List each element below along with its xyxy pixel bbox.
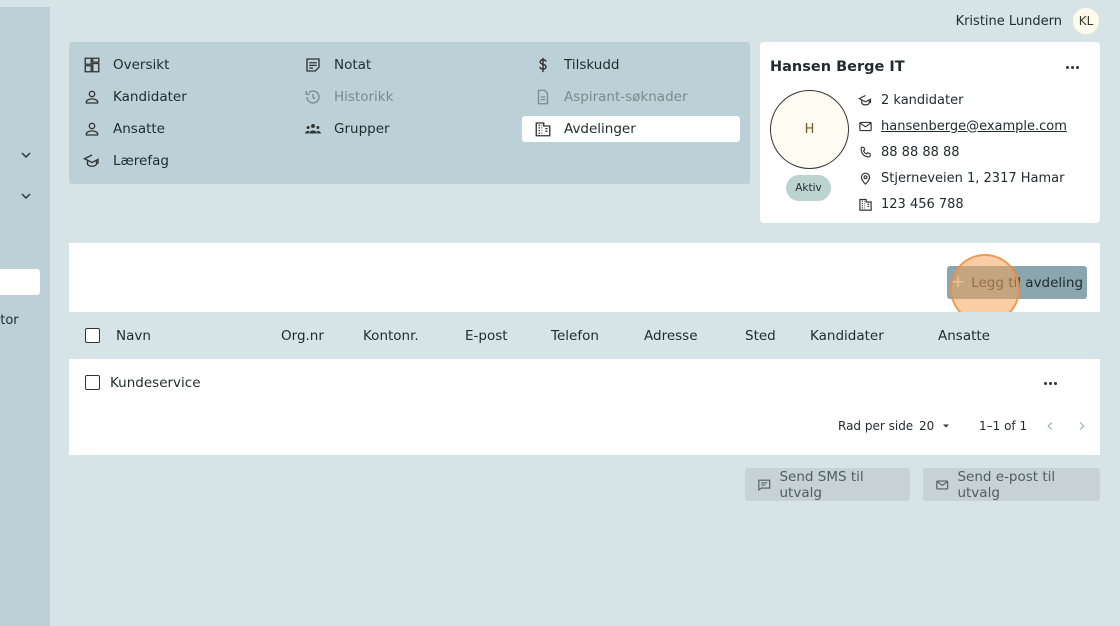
send-sms-button[interactable]: Send SMS til utvalg	[745, 468, 910, 501]
user-menu[interactable]: Kristine Lundern KL	[956, 7, 1100, 35]
company-phone-text: 88 88 88 88	[881, 144, 960, 160]
company-avatar: H	[770, 90, 849, 169]
sidebar-item-label[interactable]: ntor	[0, 313, 19, 328]
nav-item-avdelinger[interactable]: Avdelinger	[522, 116, 740, 142]
column-header-ansatte[interactable]: Ansatte	[938, 312, 990, 359]
mail-icon	[936, 480, 949, 489]
column-header-kontonr[interactable]: Kontonr.	[363, 312, 419, 359]
caret-down-icon	[943, 424, 950, 428]
sidebar-active-item[interactable]	[0, 269, 40, 295]
company-card: Hansen Berge IT H Aktiv 2 kandidater han…	[760, 42, 1100, 223]
send-sms-label: Send SMS til utvalg	[779, 468, 864, 501]
nav-item-notat[interactable]: Notat	[292, 52, 507, 78]
rows-per-page-select[interactable]: 20	[919, 413, 952, 439]
company-email-link[interactable]: hansenberge@example.com	[881, 119, 1067, 134]
chevron-down-icon[interactable]	[18, 147, 34, 163]
nav-item-label: Kandidater	[113, 89, 187, 105]
message-icon	[758, 479, 771, 491]
nav-item-label: Tilskudd	[564, 57, 620, 73]
document-icon	[537, 89, 549, 105]
table-header: Navn Org.nr Kontonr. E-post Telefon Adre…	[69, 312, 1100, 359]
chevron-down-icon[interactable]	[18, 188, 34, 204]
departments-table: + Legg til avdeling Navn Org.nr Kontonr.…	[69, 243, 1100, 455]
nav-item-label: Aspirant-søknader	[564, 89, 688, 105]
nav-item-label: Oversikt	[113, 57, 170, 73]
nav-item-historikk[interactable]: Historikk	[292, 84, 507, 110]
nav-item-ansatte[interactable]: Ansatte	[71, 116, 286, 142]
nav-item-tilskudd[interactable]: Tilskudd	[522, 52, 740, 78]
company-candidates: 2 kandidater	[858, 89, 963, 111]
graduation-cap-icon	[858, 94, 872, 105]
plus-icon: +	[950, 271, 966, 292]
history-icon	[305, 90, 320, 104]
person-icon	[85, 90, 99, 104]
location-pin-icon	[860, 172, 871, 185]
sidebar: ntor	[0, 7, 50, 626]
nav-item-label: Grupper	[334, 121, 390, 137]
mail-icon	[859, 121, 872, 131]
add-department-label: Legg til avdeling	[971, 274, 1084, 291]
row-more-options-icon[interactable]	[1040, 376, 1060, 390]
company-address: Stjerneveien 1, 2317 Hamar	[858, 167, 1064, 189]
row-name: Kundeservice	[110, 374, 201, 391]
dashboard-icon	[84, 57, 100, 73]
nav-item-label: Avdelinger	[564, 121, 636, 137]
column-header-telefon[interactable]: Telefon	[551, 312, 599, 359]
send-email-button[interactable]: Send e-post til utvalg	[923, 468, 1100, 501]
nav-item-label: Notat	[334, 57, 372, 73]
dollar-icon	[539, 57, 547, 73]
company-candidates-text: 2 kandidater	[881, 92, 964, 108]
building-icon	[859, 198, 872, 211]
column-header-epost[interactable]: E-post	[465, 312, 508, 359]
status-badge: Aktiv	[786, 175, 831, 201]
nav-item-label: Lærefag	[113, 153, 169, 169]
chevron-right-icon[interactable]	[1075, 419, 1089, 433]
company-phone: 88 88 88 88	[858, 141, 960, 163]
company-email: hansenberge@example.com	[858, 115, 1067, 137]
section-nav: Oversikt Kandidater Ansatte Lærefag Nota…	[69, 42, 750, 184]
rows-per-page-label: Rad per side	[838, 419, 914, 433]
column-header-org-nr[interactable]: Org.nr	[281, 312, 324, 359]
graduation-cap-icon	[83, 154, 99, 167]
column-header-adresse[interactable]: Adresse	[644, 312, 698, 359]
nav-item-label: Historikk	[334, 89, 394, 105]
nav-item-kandidater[interactable]: Kandidater	[71, 84, 286, 110]
rows-per-page-value: 20	[919, 419, 935, 433]
company-org-number: 123 456 788	[858, 193, 964, 215]
nav-item-laerefag[interactable]: Lærefag	[71, 148, 286, 174]
user-name: Kristine Lundern	[955, 13, 1062, 29]
nav-item-label: Ansatte	[113, 121, 165, 137]
note-icon	[306, 58, 320, 72]
phone-icon	[860, 146, 871, 157]
company-address-text: Stjerneveien 1, 2317 Hamar	[881, 170, 1065, 186]
pagination-range: 1–1 of 1	[979, 419, 1028, 433]
row-checkbox[interactable]	[85, 375, 100, 390]
company-name: Hansen Berge IT	[770, 59, 905, 75]
person-icon	[85, 122, 99, 136]
more-options-icon[interactable]	[1062, 60, 1082, 74]
column-header-kandidater[interactable]: Kandidater	[810, 312, 884, 359]
avatar[interactable]: KL	[1072, 7, 1100, 35]
groups-icon	[305, 124, 321, 134]
select-all-checkbox[interactable]	[85, 328, 100, 343]
nav-item-oversikt[interactable]: Oversikt	[71, 52, 286, 78]
building-icon	[535, 122, 551, 137]
add-department-button[interactable]: + Legg til avdeling	[947, 266, 1087, 299]
column-header-sted[interactable]: Sted	[745, 312, 776, 359]
company-org-number-text: 123 456 788	[881, 196, 964, 212]
table-row[interactable]: Kundeservice	[69, 359, 1100, 406]
send-email-label: Send e-post til utvalg	[957, 468, 1056, 501]
nav-item-aspirant-soknader[interactable]: Aspirant-søknader	[522, 84, 740, 110]
nav-item-grupper[interactable]: Grupper	[292, 116, 507, 142]
chevron-left-icon[interactable]	[1043, 419, 1057, 433]
column-header-navn[interactable]: Navn	[116, 312, 151, 359]
